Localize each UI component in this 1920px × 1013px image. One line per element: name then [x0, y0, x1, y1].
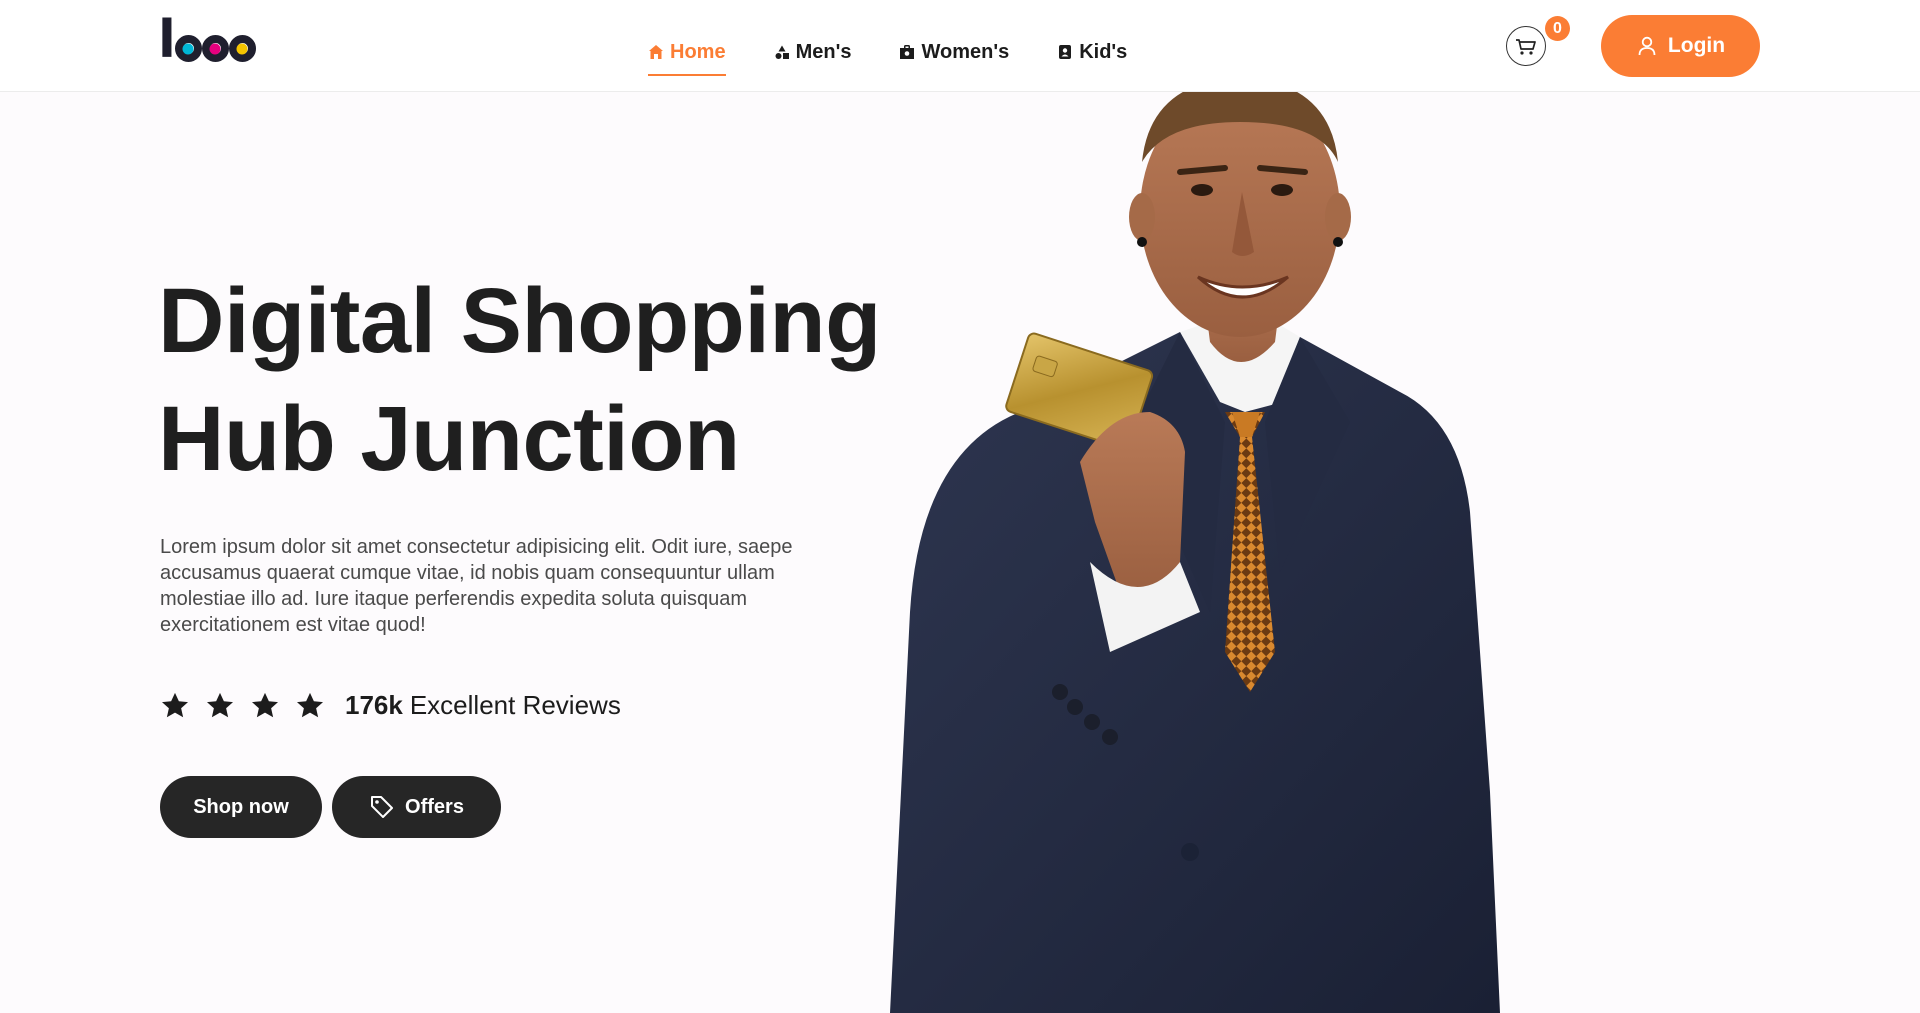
hero-description: Lorem ipsum dolor sit amet consectetur a…: [160, 536, 793, 636]
login-label: Login: [1667, 34, 1726, 57]
cart-icon: [1516, 39, 1536, 55]
hero-title: Digital Shopping Hub Junction: [158, 262, 918, 498]
rating-count: 176k: [345, 690, 403, 720]
home-icon: [649, 45, 663, 59]
user-icon: [1638, 36, 1656, 56]
offers-button[interactable]: Offers: [332, 776, 501, 838]
site-header: l Home Men's Women's Kid's 0 Login: [0, 0, 1920, 92]
hero-title-line-2: Hub Junction: [158, 388, 740, 490]
main-nav: Home Men's Women's Kid's: [648, 30, 1175, 76]
nav-label: Kid's: [1079, 40, 1128, 63]
star-icon: [207, 692, 233, 717]
rating-stars: [160, 691, 325, 721]
cart-count-badge: 0: [1545, 16, 1570, 41]
rating-label: Excellent Reviews: [409, 690, 621, 720]
nav-label: Women's: [921, 40, 1010, 63]
nav-item-home[interactable]: Home: [648, 30, 726, 76]
nav-item-womens[interactable]: Women's: [899, 30, 1009, 74]
cart-button[interactable]: [1506, 26, 1546, 66]
nav-item-kids[interactable]: Kid's: [1057, 30, 1127, 74]
nav-label: Men's: [795, 40, 852, 63]
star-icon: [297, 692, 323, 717]
shop-now-label: Shop now: [193, 795, 289, 818]
shapes-icon: [775, 45, 789, 59]
hero-image: [880, 92, 1920, 1013]
hero-title-line-1: Digital Shopping: [158, 270, 881, 372]
rating-row: 176k Excellent Reviews: [160, 690, 621, 721]
star-icon: [252, 692, 278, 717]
logo[interactable]: l: [158, 14, 257, 66]
star-icon: [162, 692, 188, 717]
bag-icon: [900, 45, 915, 59]
hero-photo-illustration: [890, 92, 1500, 1013]
login-button[interactable]: Login: [1601, 15, 1760, 77]
nav-item-mens[interactable]: Men's: [774, 30, 852, 74]
offers-label: Offers: [405, 795, 464, 818]
nav-label: Home: [670, 40, 726, 63]
shop-now-button[interactable]: Shop now: [160, 776, 322, 838]
tag-icon: [371, 796, 394, 818]
kid-icon: [1059, 45, 1072, 59]
